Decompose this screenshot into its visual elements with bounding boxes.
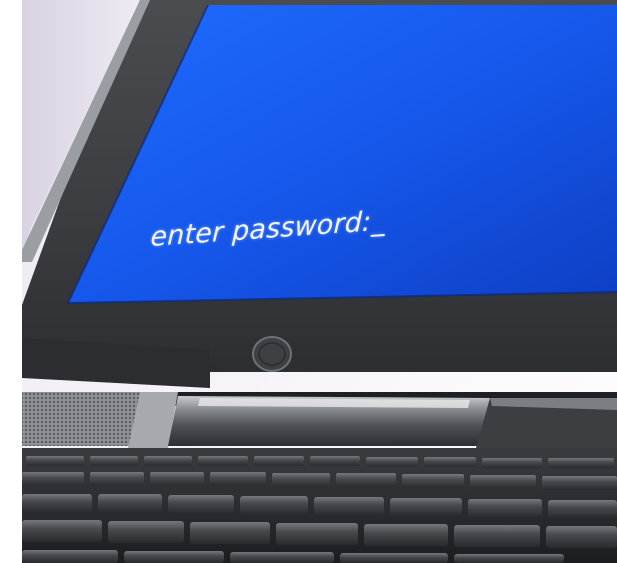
laptop-photo: enter password:_ xyxy=(0,0,617,563)
power-button-icon xyxy=(252,336,292,372)
laptop-photo-illustration xyxy=(0,0,617,563)
